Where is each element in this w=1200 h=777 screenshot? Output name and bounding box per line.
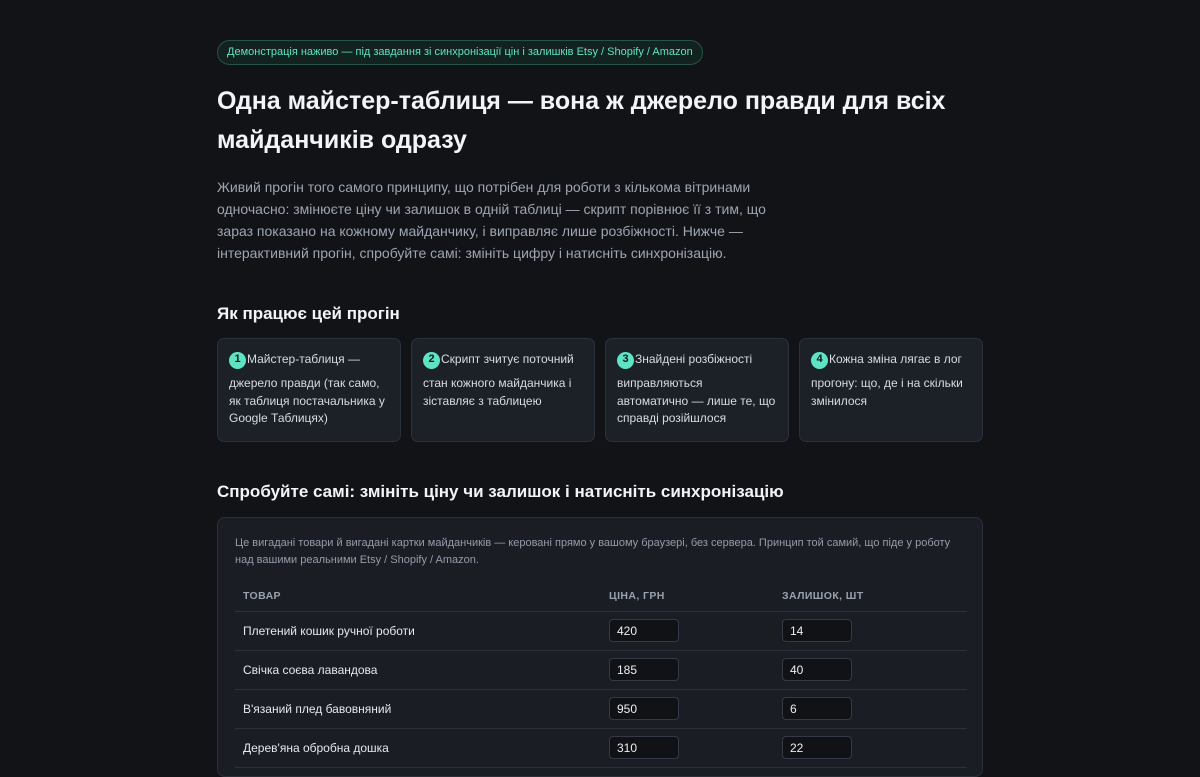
stock-input[interactable]	[782, 658, 852, 681]
product-name: Свічка соєва лавандова	[235, 650, 601, 690]
step-text-lead: Скрипт зчитує поточний	[441, 352, 574, 367]
price-input[interactable]	[609, 658, 679, 681]
price-input[interactable]	[609, 697, 679, 720]
step-number-badge: 1	[229, 351, 246, 369]
try-it-heading: Спробуйте самі: змініть ціну чи залишок …	[217, 482, 784, 501]
step-card-4: 4 Кожна зміна лягає в лог прогону: що, д…	[799, 338, 983, 442]
column-header-stock: ЗАЛИШОК, ШТ	[774, 581, 967, 612]
product-name: Плетений кошик ручної роботи	[235, 611, 601, 651]
step-text: прогону: що, де і на скільки змінилося	[811, 376, 963, 408]
step-text-lead: Знайдені розбіжності	[635, 352, 753, 367]
table-row: В'язаний плед бавовняний	[235, 689, 967, 729]
stock-input[interactable]	[782, 736, 852, 759]
stock-input[interactable]	[782, 697, 852, 720]
step-text: виправляються автоматично — лише те, що …	[617, 376, 776, 425]
step-text-lead: Майстер-таблиця —	[247, 352, 360, 367]
table-row: Свічка соєва лавандова	[235, 650, 967, 690]
sync-demo-panel: Це вигадані товари й вигадані картки май…	[217, 517, 983, 777]
page-content: Демонстрація наживо — під завдання зі си…	[217, 40, 983, 777]
step-number-badge: 3	[617, 351, 634, 369]
step-card-1: 1 Майстер-таблиця — джерело правди (так …	[217, 338, 401, 442]
price-input[interactable]	[609, 619, 679, 642]
live-demo-badge: Демонстрація наживо — під завдання зі си…	[217, 40, 703, 65]
step-text: джерело правди (так само, як таблиця пос…	[229, 376, 385, 425]
column-header-price: ЦІНА, ГРН	[601, 581, 774, 612]
table-header-row: ТОВАР ЦІНА, ГРН ЗАЛИШОК, ШТ	[235, 581, 967, 612]
table-row: Плетений кошик ручної роботи	[235, 611, 967, 651]
table-row: Дерев'яна обробна дошка	[235, 728, 967, 768]
page-title: Одна майстер-таблиця — вона ж джерело пр…	[217, 87, 946, 154]
step-number-badge: 4	[811, 351, 828, 369]
product-name: В'язаний плед бавовняний	[235, 689, 601, 729]
step-card-2: 2 Скрипт зчитує поточний стан кожного ма…	[411, 338, 595, 442]
master-table: ТОВАР ЦІНА, ГРН ЗАЛИШОК, ШТ Плетений кош…	[235, 581, 967, 768]
intro-paragraph: Живий прогін того самого принципу, що по…	[217, 179, 766, 261]
price-input[interactable]	[609, 736, 679, 759]
steps-list: 1 Майстер-таблиця — джерело правди (так …	[217, 338, 983, 442]
product-name: Дерев'яна обробна дошка	[235, 728, 601, 768]
step-card-3: 3 Знайдені розбіжності виправляються авт…	[605, 338, 789, 442]
column-header-product: ТОВАР	[235, 581, 601, 612]
how-it-works-heading: Як працює цей прогін	[217, 304, 400, 323]
demo-disclaimer: Це вигадані товари й вигадані картки май…	[235, 537, 951, 566]
step-text: стан кожного майданчика і зіставляє з та…	[423, 376, 572, 408]
step-text-lead: Кожна зміна лягає в лог	[829, 352, 962, 367]
step-number-badge: 2	[423, 351, 440, 369]
stock-input[interactable]	[782, 619, 852, 642]
